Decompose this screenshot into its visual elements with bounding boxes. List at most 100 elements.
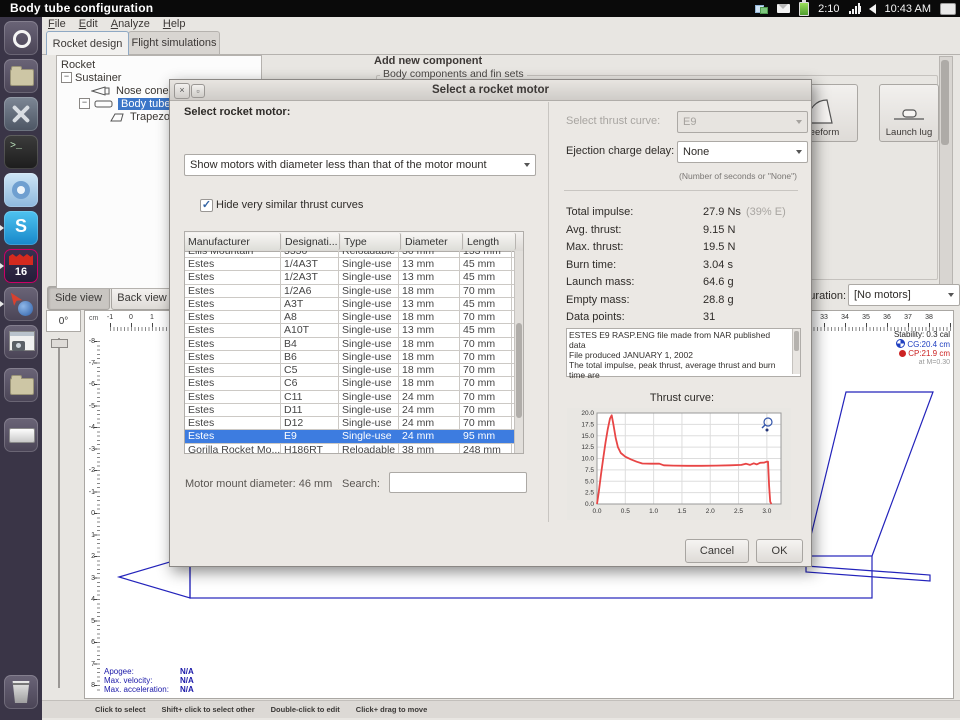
expander-icon[interactable]: − (79, 98, 90, 109)
tab-rocket-design[interactable]: Rocket design (46, 31, 129, 55)
table-scrollbar[interactable] (514, 251, 523, 453)
mail-icon[interactable] (777, 4, 790, 13)
ejection-delay-label: Ejection charge delay: (566, 145, 674, 157)
svg-text:12.5: 12.5 (581, 444, 594, 451)
ejection-note: (Number of seconds or "None") (566, 171, 797, 181)
table-row[interactable]: EstesB4Single-use18 mm70 mm (185, 338, 515, 351)
svg-text:0.5: 0.5 (621, 508, 630, 515)
chevron-down-icon (524, 163, 530, 167)
vertical-scrollbar[interactable] (939, 56, 953, 304)
expander-icon[interactable]: − (61, 72, 72, 83)
dash-home-icon[interactable] (4, 21, 38, 55)
status-hint: Shift+ click to select other (161, 705, 254, 714)
tab-flight-simulations[interactable]: Flight simulations (128, 31, 220, 54)
table-row[interactable]: EstesB6Single-use18 mm70 mm (185, 351, 515, 364)
table-row[interactable]: Gorilla Rocket Mo...H186RTReloadable38 m… (185, 444, 515, 454)
menu-analyze[interactable]: Analyze (111, 18, 150, 30)
app-16-icon[interactable]: 16 (4, 249, 38, 283)
side-view-button[interactable]: Side view (47, 286, 110, 310)
battery-icon[interactable] (799, 2, 809, 16)
table-row[interactable]: EstesC11Single-use24 mm70 mm (185, 391, 515, 404)
folder-icon[interactable] (4, 368, 38, 402)
hide-similar-checkbox[interactable]: ✓ (200, 199, 213, 212)
table-row[interactable]: EstesE9Single-use24 mm95 mm (185, 430, 515, 443)
scrollbar-thumb[interactable] (794, 331, 799, 351)
table-row[interactable]: EstesD12Single-use24 mm70 mm (185, 417, 515, 430)
tree-item-nose-cone[interactable]: Nose cone (91, 84, 169, 97)
screenshot-icon[interactable] (4, 325, 38, 359)
launch-lug-button[interactable]: Launch lug (879, 84, 939, 142)
description-scrollbar[interactable] (792, 329, 800, 374)
system-tray: 2:10 10:43 AM (755, 0, 956, 17)
trash-icon[interactable] (4, 675, 38, 709)
body-tube-icon (93, 99, 115, 109)
session-icon[interactable] (940, 3, 956, 15)
rocket-app-icon[interactable] (4, 287, 38, 321)
dialog-titlebar[interactable]: Select a rocket motor × ▫ (170, 80, 811, 101)
chromium-icon[interactable] (4, 173, 38, 207)
cancel-button[interactable]: Cancel (685, 539, 749, 563)
table-row[interactable]: Estes1/2A6Single-use18 mm70 mm (185, 285, 515, 298)
svg-text:17.5: 17.5 (581, 421, 594, 428)
terminal-icon[interactable]: >_ (4, 135, 38, 169)
close-icon[interactable]: × (174, 83, 190, 99)
back-view-button[interactable]: Back view (111, 286, 173, 310)
rotation-slider[interactable] (58, 338, 60, 688)
svg-text:2.0: 2.0 (706, 508, 715, 515)
motor-table[interactable]: ManufacturerDesignati...TypeDiameterLeng… (184, 231, 524, 454)
launcher-dock: >_ S 16 (0, 17, 42, 720)
table-row[interactable]: EstesA8Single-use18 mm70 mm (185, 311, 515, 324)
select-motor-label: Select rocket motor: (184, 106, 290, 118)
table-row[interactable]: Ellis Mountain5550Reloadable50 mm153 mm (185, 251, 515, 258)
running-indicator (0, 225, 4, 231)
motor-mount-label: Motor mount diameter: 46 mm (185, 478, 332, 490)
thrust-curve-chart[interactable]: 0.02.55.07.510.012.515.017.520.00.00.51.… (567, 408, 791, 520)
table-row[interactable]: EstesA10TSingle-use13 mm45 mm (185, 324, 515, 337)
system-settings-icon[interactable] (4, 97, 38, 131)
motor-table-header[interactable]: ManufacturerDesignati...TypeDiameterLeng… (185, 232, 523, 252)
disk-icon[interactable] (4, 418, 38, 452)
table-row[interactable]: EstesC5Single-use18 mm70 mm (185, 364, 515, 377)
window-title: Body tube configuration (10, 1, 153, 15)
svg-text:7.5: 7.5 (585, 467, 594, 474)
volume-icon[interactable] (869, 4, 876, 14)
ruler-unit: cm (89, 315, 98, 322)
nose-cone-icon (91, 86, 113, 96)
svg-text:2.5: 2.5 (734, 508, 743, 515)
menu-edit[interactable]: Edit (79, 18, 98, 30)
files-icon[interactable] (4, 59, 38, 93)
scrollbar-thumb[interactable] (516, 323, 522, 418)
table-row[interactable]: EstesC6Single-use18 mm70 mm (185, 377, 515, 390)
diameter-filter-dropdown[interactable]: Show motors with diameter less than that… (184, 154, 536, 176)
flight-config-dropdown[interactable]: [No motors] (848, 284, 960, 306)
menu-file[interactable]: File (48, 18, 66, 30)
tree-item-body-tube[interactable]: − Body tube (79, 97, 174, 110)
network-icon[interactable] (755, 3, 768, 14)
scrollbar-thumb[interactable] (941, 60, 949, 145)
pane-divider (548, 102, 549, 522)
clock[interactable]: 10:43 AM (885, 3, 931, 15)
table-row[interactable]: EstesA3TSingle-use13 mm45 mm (185, 298, 515, 311)
menu-help[interactable]: Help (163, 18, 186, 30)
skype-icon[interactable]: S (4, 211, 38, 245)
rotation-slider-handle[interactable] (51, 339, 68, 348)
vertical-ruler: -8-7-6-5-4-3-2-1012345678 (87, 341, 100, 693)
svg-text:20.0: 20.0 (581, 410, 594, 417)
status-hint: Click to select (95, 705, 145, 714)
table-row[interactable]: EstesD11Single-use24 mm70 mm (185, 404, 515, 417)
launch-lug-icon (892, 97, 926, 125)
maximize-icon[interactable]: ▫ (191, 84, 205, 98)
rotation-spinner[interactable]: 0° (46, 310, 81, 332)
motor-table-rows[interactable]: Ellis Mountain5550Reloadable50 mm153 mmE… (185, 251, 515, 453)
search-input[interactable] (389, 472, 527, 493)
search-label: Search: (342, 478, 380, 490)
tree-item-sustainer[interactable]: −Sustainer (61, 71, 121, 84)
motor-description-box[interactable]: ESTES E9 RASP.ENG file made from NAR pub… (566, 328, 801, 377)
tree-item-rocket[interactable]: Rocket (61, 58, 95, 71)
table-row[interactable]: Estes1/4A3TSingle-use13 mm45 mm (185, 258, 515, 271)
ejection-delay-dropdown[interactable]: None (677, 141, 808, 163)
svg-text:15.0: 15.0 (581, 433, 594, 440)
table-row[interactable]: Estes1/2A3TSingle-use13 mm45 mm (185, 271, 515, 284)
menubar: File Edit Analyze Help (42, 17, 960, 31)
ok-button[interactable]: OK (756, 539, 803, 563)
